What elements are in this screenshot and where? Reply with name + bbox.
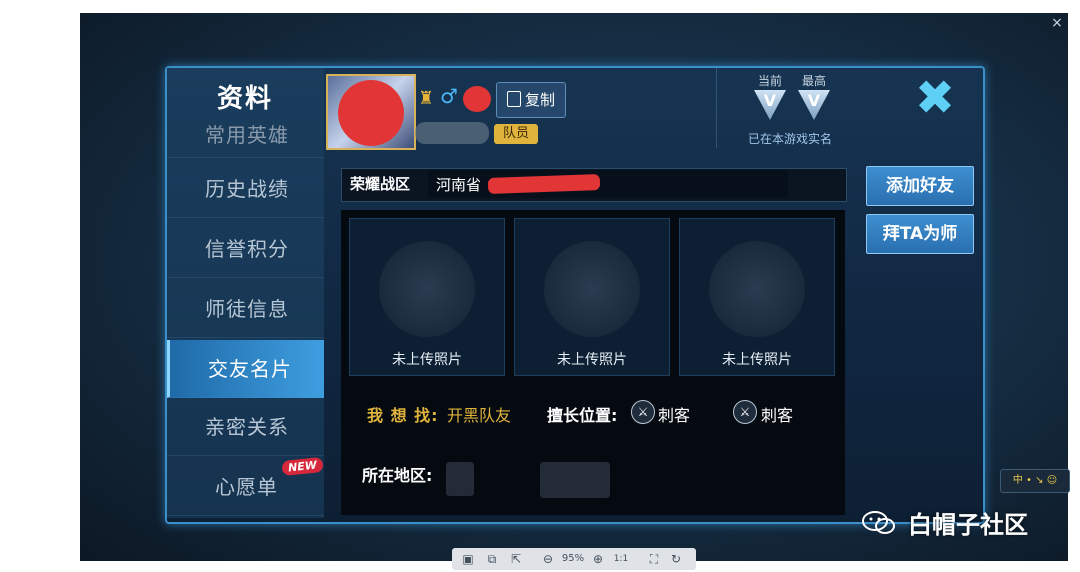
region-label: 荣耀战区 [350,175,411,193]
male-icon: ♂ [440,84,458,108]
region-field [428,170,788,198]
role-text: 刺客 [658,406,691,425]
add-friend-button[interactable]: 添加好友 [866,166,974,206]
redaction-mark [338,80,404,146]
rotate-icon[interactable]: ↻ [668,551,684,567]
viewer-close-button[interactable]: × [1047,13,1067,33]
photo-placeholder-icon [379,241,475,337]
zoom-level: 95% [561,553,585,564]
export-icon[interactable]: ⇱ [508,551,524,567]
sidebar: 常用英雄 历史战绩 信誉积分 师徒信息 交友名片 亲密关系 心愿单 [167,68,324,518]
photo-label: 未上传照片 [722,352,792,368]
location-redacted [446,462,474,496]
fit-icon[interactable]: ⛶ [646,551,662,567]
tier-current-label: 当前 [758,74,783,88]
region-value: 河南省 [436,176,482,194]
team-badge: 队员 [494,124,538,144]
actual-size-icon[interactable]: 1:1 [612,551,630,567]
photo-label: 未上传照片 [392,352,462,368]
seek-value: 开黑队友 [447,406,512,425]
wechat-icon [862,511,895,534]
tier-max-label: 最高 [802,74,827,88]
redaction-mark [463,86,491,112]
realname-note: 已在本游戏实名 [748,132,833,146]
sidebar-item-friend-card[interactable]: 交友名片 [167,340,324,398]
photo-slot[interactable]: 未上传照片 [679,218,835,376]
sidebar-item-credit[interactable]: 信誉积分 [167,220,324,278]
photo-label: 未上传照片 [557,352,627,368]
sidebar-item-history[interactable]: 历史战绩 [167,160,324,218]
role-text: 刺客 [761,406,794,425]
location-redacted [540,462,610,498]
apprentice-button[interactable]: 拜TA为师 [866,214,974,254]
copy-icon [506,91,521,107]
assassin-icon: ⚔ [733,400,757,424]
close-icon[interactable]: ✖ [890,72,980,124]
sidebar-item-common-heroes[interactable]: 常用英雄 [167,120,324,158]
seek-label: 我 想 找: [367,406,439,425]
copy-label: 复制 [524,91,555,109]
watermark-text: 白帽子社区 [908,511,1028,539]
location-label: 所在地区: [362,466,433,485]
zoom-in-icon[interactable]: ⊕ [590,551,606,567]
sidebar-title: 资料 [217,84,274,114]
photo-slot[interactable]: 未上传照片 [349,218,505,376]
ime-toolbar[interactable]: 中 • ↘ ☺ [1000,469,1070,493]
photo-placeholder-icon [544,241,640,337]
copy-button[interactable]: 复制 [496,82,566,118]
position-label: 擅长位置: [547,406,618,425]
photo-slot[interactable]: 未上传照片 [514,218,670,376]
assassin-icon: ⚔ [631,400,655,424]
level-redacted [415,122,489,144]
share-icon[interactable]: ⧉ [484,551,500,567]
photo-placeholder-icon [709,241,805,337]
sidebar-item-mentor[interactable]: 师徒信息 [167,280,324,338]
crown-icon: ♜ [418,88,435,109]
save-icon[interactable]: ▣ [460,551,476,567]
zoom-out-icon[interactable]: ⊖ [540,551,556,567]
sidebar-item-intimacy[interactable]: 亲密关系 [167,398,324,456]
viewer-toolbar: ▣ ⧉ ⇱ ⊖ 95% ⊕ 1:1 ⛶ ↻ [452,548,696,570]
